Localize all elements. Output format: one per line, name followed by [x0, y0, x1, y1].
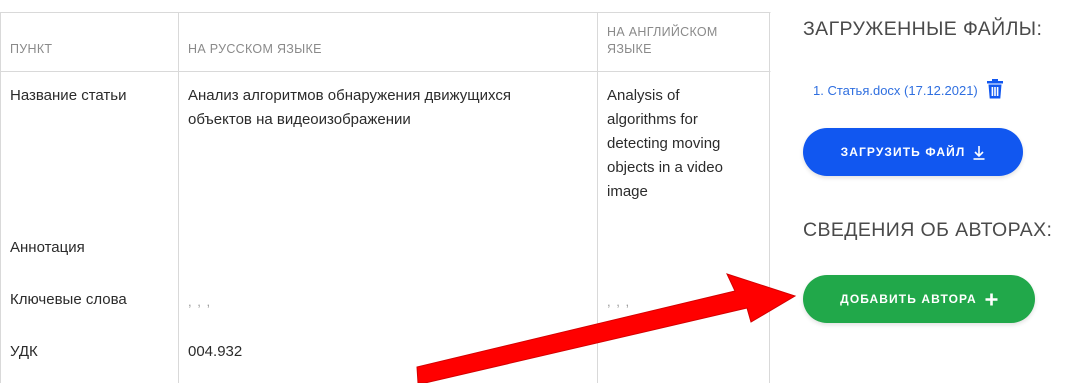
row-title-en-line: detecting moving — [607, 135, 721, 152]
upload-file-button[interactable]: ЗАГРУЗИТЬ ФАЙЛ — [803, 128, 1023, 176]
row-title-ru-line: Анализ алгоритмов обнаружения движущихся — [188, 87, 511, 104]
header-english-line1: НА АНГЛИЙСКОМ — [607, 25, 718, 39]
header-item: ПУНКТ — [10, 42, 53, 56]
row-annotation-label: Аннотация — [10, 239, 85, 256]
authors-info-title: СВЕДЕНИЯ ОБ АВТОРАХ: — [803, 219, 1053, 241]
trash-icon[interactable] — [986, 79, 1003, 102]
row-keywords-label: Ключевые слова — [10, 291, 127, 308]
uploaded-files-title: ЗАГРУЖЕННЫЕ ФАЙЛЫ: — [803, 18, 1043, 40]
row-title-en-line: Analysis of — [607, 87, 680, 104]
row-title-label: Название статьи — [10, 87, 127, 104]
header-russian: НА РУССКОМ ЯЗЫКЕ — [188, 42, 322, 56]
row-udc-ru: 004.932 — [188, 343, 243, 360]
row-title-en-line: image — [607, 183, 648, 200]
red-arrow-annotation — [416, 273, 797, 383]
row-udc-label: УДК — [10, 343, 38, 360]
row-title-ru-line: объектов на видеоизображении — [188, 111, 411, 128]
upload-file-label: ЗАГРУЗИТЬ ФАЙЛ — [840, 145, 966, 159]
table-grid — [0, 12, 771, 383]
plus-icon — [985, 293, 998, 306]
add-author-button[interactable]: ДОБАВИТЬ АВТОРА — [803, 275, 1035, 323]
row-title-en-line: objects in a video — [607, 159, 723, 176]
download-icon — [973, 145, 985, 160]
row-keywords-ru: , , , — [188, 294, 212, 309]
file-item-label: 1. Статья.docx (17.12.2021) — [813, 83, 978, 98]
header-english-line2: ЯЗЫКЕ — [607, 42, 652, 56]
file-item-link[interactable]: 1. Статья.docx (17.12.2021) — [813, 79, 1003, 102]
add-author-label: ДОБАВИТЬ АВТОРА — [840, 292, 977, 306]
row-title-en-line: algorithms for — [607, 111, 698, 128]
row-keywords-en: , , , — [607, 294, 631, 309]
